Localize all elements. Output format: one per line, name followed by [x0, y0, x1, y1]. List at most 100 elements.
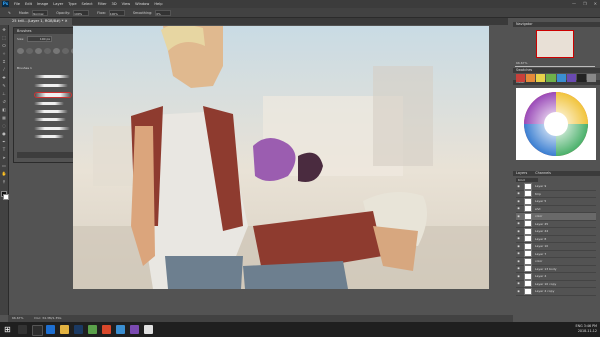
quick-select-icon[interactable]: ✧ — [1, 51, 7, 57]
move-tool-icon[interactable]: ✥ — [1, 27, 7, 33]
menu-type[interactable]: Type — [68, 2, 76, 6]
brush-stroke-preview[interactable] — [34, 118, 66, 121]
menu-file[interactable]: File — [14, 2, 20, 6]
app-icon[interactable] — [130, 325, 139, 334]
status-zoom[interactable]: 66.67% — [12, 316, 23, 320]
app-icon[interactable] — [116, 325, 125, 334]
visibility-eye-icon[interactable]: ◉ — [516, 266, 521, 271]
swatch[interactable] — [576, 74, 586, 82]
zoom-tool-icon[interactable]: ⚲ — [1, 179, 7, 185]
brush-tool-icon[interactable]: ✎ — [1, 83, 7, 89]
visibility-eye-icon[interactable]: ◉ — [516, 191, 521, 196]
brush-stroke-preview[interactable] — [34, 75, 70, 78]
brush-preset[interactable] — [44, 48, 51, 54]
menu-view[interactable]: View — [122, 2, 131, 6]
layers-tab[interactable]: Layers — [516, 171, 527, 176]
brush-size-input[interactable]: 100 px — [27, 35, 53, 42]
document-canvas[interactable] — [73, 26, 489, 289]
brush-stroke-preview[interactable] — [34, 135, 64, 138]
pen-tool-icon[interactable]: ✒ — [1, 139, 7, 145]
swatch[interactable] — [556, 74, 566, 82]
menu-edit[interactable]: Edit — [25, 2, 32, 6]
file-explorer-icon[interactable] — [60, 325, 69, 334]
visibility-eye-icon[interactable]: ◉ — [516, 229, 521, 234]
blur-tool-icon[interactable]: ◌ — [1, 123, 7, 129]
task-view-icon[interactable] — [32, 325, 43, 336]
minimize-icon[interactable]: — — [572, 1, 576, 6]
type-tool-icon[interactable]: T — [1, 147, 7, 153]
visibility-eye-icon[interactable]: ◉ — [516, 289, 521, 294]
eraser-icon[interactable]: ◧ — [1, 107, 7, 113]
app-icon[interactable] — [88, 325, 97, 334]
brush-preset[interactable] — [26, 48, 33, 54]
swatches-panel-tab[interactable]: Swatches — [513, 68, 600, 73]
visibility-eye-icon[interactable]: ◉ — [516, 236, 521, 241]
brush-preset[interactable] — [35, 48, 42, 54]
swatch[interactable] — [516, 74, 526, 82]
layer-row[interactable]: ◉ Layer 4 copy — [516, 287, 596, 296]
brush-tool-icon[interactable]: ✎ — [8, 11, 11, 15]
menu-layer[interactable]: Layer — [53, 2, 63, 6]
brush-stroke-preview[interactable] — [34, 102, 64, 105]
marquee-tool-icon[interactable]: ⬚ — [1, 35, 7, 41]
shape-tool-icon[interactable]: ▭ — [1, 163, 7, 169]
navigator-panel-tab[interactable]: Navigator — [513, 22, 600, 27]
clock-time[interactable]: 3:46 PM — [584, 324, 597, 328]
swatch[interactable] — [546, 74, 556, 82]
language-indicator[interactable]: ENG — [576, 324, 583, 328]
swatch[interactable] — [586, 74, 596, 82]
visibility-eye-icon[interactable]: ◉ — [516, 206, 521, 211]
navigator-thumbnail[interactable] — [536, 30, 574, 58]
brush-preset[interactable] — [17, 48, 24, 54]
clone-stamp-icon[interactable]: ⊥ — [1, 91, 7, 97]
edge-browser-icon[interactable] — [46, 325, 55, 334]
brush-preset[interactable] — [53, 48, 60, 54]
lasso-tool-icon[interactable]: ⵔ — [1, 43, 7, 49]
visibility-eye-icon[interactable]: ◉ — [516, 244, 521, 249]
windows-start-icon[interactable]: ⊞ — [4, 325, 13, 334]
swatches-row[interactable] — [515, 66, 595, 67]
search-icon[interactable] — [18, 325, 27, 334]
eyedropper-icon[interactable]: ⁄ — [1, 67, 7, 73]
menu-image[interactable]: Image — [37, 2, 48, 6]
swatch[interactable] — [536, 74, 546, 82]
healing-brush-icon[interactable]: ✚ — [1, 75, 7, 81]
layer-filter-kind[interactable]: Kind — [516, 178, 538, 182]
flow-input[interactable]: 100% — [108, 9, 125, 16]
document-tab[interactable]: 25 krill...(Layer 1, RGB/8#) * ✕ — [8, 18, 72, 25]
maximize-icon[interactable]: ❐ — [583, 1, 587, 6]
photoshop-taskbar-icon[interactable] — [74, 325, 83, 334]
visibility-eye-icon[interactable]: ◉ — [516, 281, 521, 286]
brush-stroke-preview[interactable] — [34, 110, 68, 113]
menu-window[interactable]: Window — [135, 2, 149, 6]
history-brush-icon[interactable]: ↺ — [1, 99, 7, 105]
swatch[interactable] — [526, 74, 536, 82]
brush-preset[interactable] — [62, 48, 69, 54]
close-icon[interactable]: ✕ — [594, 1, 597, 6]
color-wheel[interactable] — [516, 88, 596, 160]
background-color-swatch[interactable] — [3, 194, 9, 200]
visibility-eye-icon[interactable]: ◉ — [516, 199, 521, 204]
hand-tool-icon[interactable]: ✋ — [1, 171, 7, 177]
brush-stroke-preview[interactable] — [34, 84, 68, 87]
menu-select[interactable]: Select — [82, 2, 93, 6]
menu-3d[interactable]: 3D — [112, 2, 117, 6]
visibility-eye-icon[interactable]: ◉ — [516, 251, 521, 256]
app-icon[interactable] — [144, 325, 153, 334]
visibility-eye-icon[interactable]: ◉ — [516, 274, 521, 279]
brush-stroke-preview-selected[interactable] — [34, 92, 72, 98]
channels-tab[interactable]: Channels — [535, 171, 551, 176]
smoothing-input[interactable]: 0% — [155, 9, 172, 16]
navigator-zoom-level[interactable]: 66.67% — [516, 61, 527, 65]
gradient-icon[interactable]: ▦ — [1, 115, 7, 121]
opacity-input[interactable]: 100% — [73, 9, 90, 16]
crop-tool-icon[interactable]: ⌗ — [1, 59, 7, 65]
swatch[interactable] — [566, 74, 576, 82]
visibility-eye-icon[interactable]: ◉ — [516, 214, 521, 219]
app-icon[interactable] — [102, 325, 111, 334]
path-select-icon[interactable]: ➤ — [1, 155, 7, 161]
visibility-eye-icon[interactable]: ◉ — [516, 184, 521, 189]
visibility-eye-icon[interactable]: ◉ — [516, 221, 521, 226]
clock-date[interactable]: 2018-11-12 — [576, 329, 597, 334]
visibility-eye-icon[interactable]: ◉ — [516, 259, 521, 264]
